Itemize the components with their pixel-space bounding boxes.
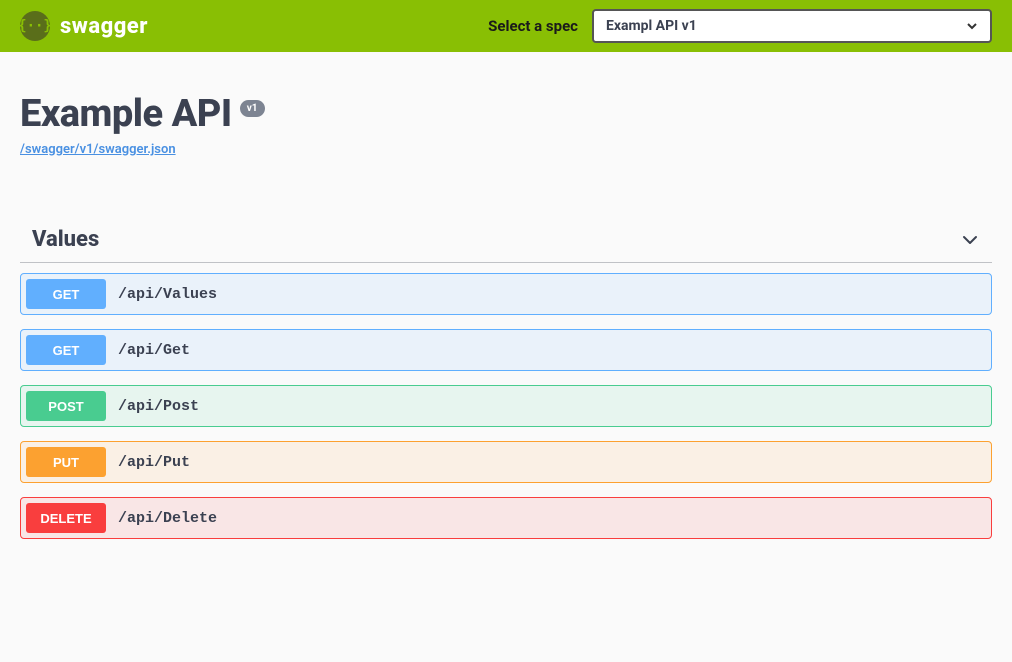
method-badge-get: GET — [26, 335, 106, 365]
operation-row[interactable]: DELETE/api/Delete — [20, 497, 992, 539]
topbar-brand[interactable]: {··} swagger — [20, 11, 148, 41]
operation-path: /api/Get — [118, 342, 190, 359]
operation-path: /api/Values — [118, 286, 217, 303]
operations-list: GET/api/ValuesGET/api/GetPOST/api/PostPU… — [20, 273, 992, 539]
method-badge-delete: DELETE — [26, 503, 106, 533]
spec-selector-group: Select a spec Exampl API v1 — [488, 9, 992, 43]
operation-path: /api/Put — [118, 454, 190, 471]
method-badge-get: GET — [26, 279, 106, 309]
operation-path: /api/Delete — [118, 510, 217, 527]
tag-section-values: Values GET/api/ValuesGET/api/GetPOST/api… — [20, 217, 992, 539]
operation-row[interactable]: GET/api/Values — [20, 273, 992, 315]
operation-row[interactable]: PUT/api/Put — [20, 441, 992, 483]
swagger-logo-icon: {··} — [20, 11, 50, 41]
method-badge-put: PUT — [26, 447, 106, 477]
tag-name: Values — [32, 227, 99, 252]
version-badge: v1 — [240, 100, 265, 117]
spec-json-link[interactable]: /swagger/v1/swagger.json — [20, 142, 176, 157]
swagger-logo-text: swagger — [60, 14, 148, 39]
api-title: Example API — [20, 92, 232, 136]
spec-select-label: Select a spec — [488, 17, 578, 35]
operation-row[interactable]: POST/api/Post — [20, 385, 992, 427]
spec-select[interactable]: Exampl API v1 — [592, 9, 992, 43]
chevron-down-icon — [960, 230, 980, 250]
operation-path: /api/Post — [118, 398, 199, 415]
main-content: Example API v1 /swagger/v1/swagger.json … — [0, 52, 1012, 573]
tag-header[interactable]: Values — [20, 217, 992, 263]
operation-row[interactable]: GET/api/Get — [20, 329, 992, 371]
topbar: {··} swagger Select a spec Exampl API v1 — [0, 0, 1012, 52]
method-badge-post: POST — [26, 391, 106, 421]
